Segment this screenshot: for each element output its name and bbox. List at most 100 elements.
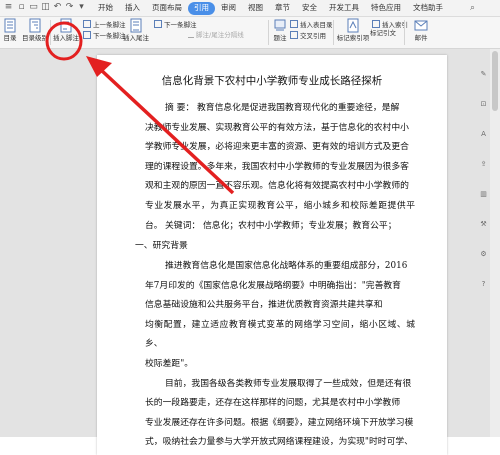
toc-icon bbox=[4, 18, 16, 33]
help-icon[interactable]: ? bbox=[479, 280, 488, 289]
tab-home[interactable]: 开始 bbox=[92, 2, 119, 15]
body-line: 推进教育信息化是国家信息化战略体系的重要组成部分，2016 bbox=[165, 261, 408, 271]
abstract-line: 摘 要： 教育信息化是促进我国教育现代化的重要途径，是解 bbox=[165, 103, 400, 113]
insert-toc-label: 插入表目录 bbox=[300, 21, 333, 29]
next-footnote-button[interactable]: 下一条脚注 bbox=[83, 31, 126, 41]
body-line: 校际差距"。 bbox=[145, 358, 194, 369]
tab-page-layout[interactable]: 页面布局 bbox=[146, 2, 188, 15]
prev-footnote-icon bbox=[83, 20, 91, 28]
document-page[interactable]: 信息化背景下农村中小学教师专业成长路径探析 摘 要： 教育信息化是促进我国教育现… bbox=[97, 55, 447, 455]
tab-security[interactable]: 安全 bbox=[296, 2, 323, 15]
document-canvas: 信息化背景下农村中小学教师专业成长路径探析 摘 要： 教育信息化是促进我国教育现… bbox=[0, 49, 500, 455]
footnote-separator-label: 脚注/尾注分隔线 bbox=[196, 31, 244, 39]
next-footnote-button-2[interactable]: 下一条脚注 bbox=[154, 20, 197, 30]
dropdown-icon[interactable]: ▾ bbox=[76, 2, 87, 13]
abstract-line: 决教师专业发展、实现教育公平的有效方法，基于信息化的农村中小 bbox=[145, 122, 409, 133]
menu-tabs: 开始 插入 页面布局 引用 审阅 视图 章节 安全 开发工具 特色应用 文档助手 bbox=[92, 2, 449, 15]
style-icon[interactable]: A bbox=[479, 130, 488, 139]
keywords-line: 关键词： 信息化；农村中小学教师；专业发展；教育公平； bbox=[165, 221, 397, 231]
side-toolbar: ✎ ⊡ A ⇪ ▥ ⚒ ⚙ ? bbox=[479, 70, 489, 370]
toc-level-icon bbox=[29, 18, 41, 33]
footnote-separator-button[interactable]: 脚注/尾注分隔线 bbox=[188, 31, 244, 40]
ribbon-separator bbox=[333, 20, 334, 45]
tab-special-apps[interactable]: 特色应用 bbox=[365, 2, 407, 15]
scrollbar-thumb[interactable] bbox=[492, 51, 498, 111]
caption-label: 题注 bbox=[273, 34, 287, 42]
caption-icon bbox=[274, 19, 286, 31]
insert-endnote-label: 插入尾注 bbox=[123, 34, 149, 42]
insert-footnote-button[interactable]: 插入脚注 bbox=[52, 18, 80, 43]
search-icon[interactable]: ⌕ bbox=[470, 3, 480, 13]
select-icon[interactable]: ⊡ bbox=[479, 100, 488, 109]
cross-reference-button[interactable]: 交叉引用 bbox=[290, 31, 326, 41]
print-icon[interactable]: ▭ bbox=[28, 2, 39, 13]
ribbon-separator bbox=[404, 20, 405, 45]
insert-footnote-label: 插入脚注 bbox=[53, 34, 79, 42]
mark-citation-button[interactable]: 标记引文 bbox=[368, 29, 398, 38]
next-footnote-label: 下一条脚注 bbox=[93, 32, 126, 40]
next-footnote-icon bbox=[83, 31, 91, 39]
tab-review[interactable]: 审阅 bbox=[215, 2, 242, 15]
tool-icon[interactable]: ⚒ bbox=[479, 220, 488, 229]
separator-line-icon bbox=[188, 33, 194, 38]
mail-button[interactable]: 邮件 bbox=[410, 18, 432, 43]
prev-footnote-button[interactable]: 上一条脚注 bbox=[83, 20, 126, 30]
abstract-line: 观和主观的原因一直不容乐观。信息化将有效提高农村中小学教师的 bbox=[145, 181, 409, 192]
table-of-figures-icon bbox=[290, 20, 298, 28]
caption-button[interactable]: 题注 bbox=[272, 18, 288, 43]
redo-icon[interactable]: ↷ bbox=[64, 2, 75, 13]
cross-reference-icon bbox=[290, 31, 298, 39]
share-icon[interactable]: ⇪ bbox=[479, 160, 488, 169]
mark-index-label: 标记索引项 bbox=[336, 34, 370, 42]
section-heading: 一、研究背景 bbox=[135, 241, 188, 251]
ribbon-references: 目录 目录级别 插入脚注 上一条脚注 下一条脚注 插入尾注 下一条脚注 脚注/尾… bbox=[0, 17, 500, 49]
mark-citation-label: 标记引文 bbox=[370, 29, 396, 37]
tab-insert[interactable]: 插入 bbox=[119, 2, 146, 15]
insert-footnote-icon bbox=[60, 18, 72, 33]
prev-footnote-label: 上一条脚注 bbox=[93, 21, 126, 29]
toc-button[interactable]: 目录 bbox=[0, 18, 20, 43]
toc-level-button[interactable]: 目录级别 bbox=[22, 18, 48, 43]
insert-endnote-icon bbox=[130, 18, 142, 33]
insert-toc-button[interactable]: 插入表目录 bbox=[290, 20, 333, 30]
abstract-paragraph: 摘 要： 教育信息化是促进我国教育现代化的重要途径，是解 决教师专业发展、实现教… bbox=[145, 99, 415, 236]
next-footnote-label: 下一条脚注 bbox=[164, 21, 197, 29]
body-paragraph: 推进教育信息化是国家信息化战略体系的重要组成部分，2016 年7月印发的《国家信… bbox=[145, 257, 415, 453]
toc-label: 目录 bbox=[3, 34, 17, 42]
body-line: 信息基础设施和公共服务平台，推进优质教育资源共建共享和 bbox=[145, 300, 383, 311]
next-footnote-icon bbox=[154, 20, 162, 28]
save-icon[interactable]: ▫ bbox=[16, 2, 27, 13]
ribbon-separator bbox=[50, 20, 51, 45]
tab-references[interactable]: 引用 bbox=[188, 2, 215, 15]
print-preview-icon[interactable]: ◫ bbox=[40, 2, 51, 13]
body-line: 目前，我国各级各类教师专业发展取得了一些成效，但是还有很 bbox=[165, 378, 412, 389]
mark-index-icon bbox=[347, 18, 359, 33]
ribbon-separator bbox=[268, 20, 269, 45]
menu-bar: ≡ ▫ ▭ ◫ ↶ ↷ ▾ 开始 插入 页面布局 引用 审阅 视图 章节 安全 … bbox=[0, 0, 500, 17]
toc-level-label: 目录级别 bbox=[22, 34, 48, 42]
abstract-line: 学教师专业发展，必将迎来更丰富的资源、更有效的培训方式及更合 bbox=[145, 142, 409, 153]
pen-icon[interactable]: ✎ bbox=[479, 70, 488, 79]
mark-index-button[interactable]: 标记索引项 bbox=[335, 18, 371, 43]
tab-doc-assistant[interactable]: 文档助手 bbox=[407, 2, 449, 15]
document-title: 信息化背景下农村中小学教师专业成长路径探析 bbox=[161, 75, 383, 87]
settings-icon[interactable]: ⚙ bbox=[479, 250, 488, 259]
body-line: 专业发展还存在许多问题。根据《纲要》，建立网络环境下开放学习模 bbox=[145, 417, 414, 428]
chart-icon[interactable]: ▥ bbox=[479, 190, 488, 199]
tab-developer[interactable]: 开发工具 bbox=[323, 2, 365, 15]
body-line: 长的一段路要走，还存在这样那样的问题，尤其是农村中小学教师 bbox=[145, 398, 401, 409]
body-line: 年7月印发的《国家信息化发展战略纲要》中明确指出："完善教育 bbox=[145, 280, 401, 291]
tab-chapter[interactable]: 章节 bbox=[269, 2, 296, 15]
abstract-line: 理的课程设置。多年来，我国农村中小学教师的专业发展因为很多客 bbox=[145, 161, 409, 172]
undo-icon[interactable]: ↶ bbox=[52, 2, 63, 13]
insert-endnote-button[interactable]: 插入尾注 bbox=[122, 18, 150, 43]
body-line: 均衡配置，建立适应教育模式变革的网络学习空间，缩小区域、城乡、 bbox=[145, 319, 415, 350]
menu-icon[interactable]: ≡ bbox=[3, 2, 14, 13]
body-line: 式，吸纳社会力量参与大学开放式网络课程建设，为实现"时时可学、 bbox=[145, 437, 413, 448]
cross-reference-label: 交叉引用 bbox=[300, 32, 326, 40]
tab-view[interactable]: 视图 bbox=[242, 2, 269, 15]
mail-icon bbox=[414, 20, 428, 31]
mail-label: 邮件 bbox=[414, 34, 428, 42]
insert-index-icon bbox=[372, 20, 380, 28]
vertical-scrollbar[interactable] bbox=[490, 49, 500, 437]
